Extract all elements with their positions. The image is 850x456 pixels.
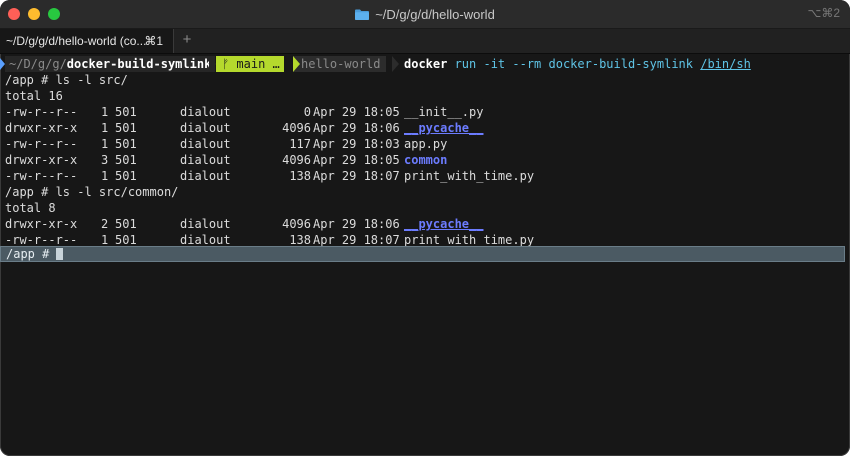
file-date: Apr 29 18:05 [313, 153, 400, 167]
listing-row: drwxr-xr-x 3 501 dialout 4096 Apr 29 18:… [5, 152, 845, 168]
window-shortcut: ⌥⌘2 [807, 6, 840, 20]
file-size: 4096 [282, 217, 311, 231]
file-date: Apr 29 18:05 [313, 105, 400, 119]
file-group: dialout [180, 217, 231, 231]
file-perms: drwxr-xr-x [5, 217, 78, 231]
file-name: __init__.py [404, 105, 484, 119]
current-prompt: /app # [6, 247, 57, 261]
tab-hello-world[interactable]: ~/D/g/g/d/hello-world (co... ⌘1 [0, 29, 174, 53]
command-args: run -it --rm docker-build-symlink [447, 57, 701, 71]
prompt-path-prefix: ~/D/g/g/ [9, 57, 67, 71]
command-text: docker run -it --rm docker-build-symlink… [404, 56, 751, 72]
tab-bar: ~/D/g/g/d/hello-world (co... ⌘1 + [0, 29, 850, 54]
text-cursor [56, 248, 63, 260]
file-size: 4096 [282, 121, 311, 135]
terminal-window: ~/D/g/g/d/hello-world ⌥⌘2 ~/D/g/g/d/hell… [0, 0, 850, 456]
command-path-link[interactable]: /bin/sh [700, 57, 751, 71]
prompt-line: ~/D/g/g/docker-build-symlink ᚠ main … he… [0, 56, 850, 72]
file-size: 4096 [282, 153, 311, 167]
window-title-text: ~/D/g/g/d/hello-world [375, 6, 495, 22]
file-date: Apr 29 18:03 [313, 137, 400, 151]
file-links: 2 [101, 217, 109, 231]
listing-row: -rw-r--r-- 1 501 dialout 138 Apr 29 18:0… [5, 168, 845, 184]
window-title: ~/D/g/g/d/hello-world [0, 0, 850, 28]
file-owner: 501 [115, 121, 137, 135]
file-date: Apr 29 18:06 [313, 217, 400, 231]
file-links: 1 [101, 137, 109, 151]
output-line: total 16 [5, 89, 63, 103]
file-size: 117 [289, 137, 311, 151]
folder-icon [355, 9, 370, 20]
file-group: dialout [180, 137, 231, 151]
command-name: docker [404, 57, 448, 71]
file-perms: drwxr-xr-x [5, 121, 78, 135]
dir-name: __pycache__ [404, 121, 484, 135]
file-perms: -rw-r--r-- [5, 169, 78, 183]
listing-row: -rw-r--r-- 1 501 dialout 117 Apr 29 18:0… [5, 136, 845, 152]
listing-row: drwxr-xr-x 2 501 dialout 4096 Apr 29 18:… [5, 216, 845, 232]
file-perms: drwxr-xr-x [5, 153, 78, 167]
listing-row: -rw-r--r-- 1 501 dialout 0 Apr 29 18:05 … [5, 104, 845, 120]
file-owner: 501 [115, 137, 137, 151]
file-date: Apr 29 18:06 [313, 121, 400, 135]
file-links: 1 [101, 105, 109, 119]
file-name: print_with_time.py [404, 169, 535, 183]
terminal-content[interactable]: ~/D/g/g/docker-build-symlink ᚠ main … he… [0, 54, 850, 456]
file-size: 0 [303, 105, 311, 119]
file-owner: 501 [115, 105, 137, 119]
file-owner: 501 [115, 217, 137, 231]
new-tab-button[interactable]: + [176, 29, 198, 53]
workdir-segment: hello-world [293, 56, 387, 72]
file-links: 1 [101, 169, 109, 183]
file-links: 3 [101, 153, 109, 167]
file-group: dialout [180, 105, 231, 119]
file-owner: 501 [115, 169, 137, 183]
dir-name: common [404, 153, 448, 167]
title-bar: ~/D/g/g/d/hello-world ⌥⌘2 [0, 0, 850, 29]
file-owner: 501 [115, 153, 137, 167]
output-line: total 8 [5, 201, 56, 215]
segment-arrow-icon [293, 56, 300, 72]
output-line: /app # ls -l src/ [5, 73, 128, 87]
file-perms: -rw-r--r-- [5, 105, 78, 119]
current-input-line[interactable]: /app # [0, 246, 845, 262]
file-group: dialout [180, 169, 231, 183]
file-name: app.py [404, 137, 448, 151]
file-links: 1 [101, 121, 109, 135]
tab-label: ~/D/g/g/d/hello-world (co... [6, 34, 147, 48]
file-group: dialout [180, 153, 231, 167]
segment-arrow-icon [209, 56, 216, 72]
file-size: 138 [289, 169, 311, 183]
git-branch-segment: ᚠ main … [216, 56, 284, 72]
file-date: Apr 29 18:07 [313, 169, 400, 183]
file-perms: -rw-r--r-- [5, 137, 78, 151]
output-line: /app # ls -l src/common/ [5, 185, 179, 199]
dir-name: __pycache__ [404, 217, 484, 231]
tab-shortcut: ⌘1 [144, 34, 163, 48]
segment-arrow-icon [392, 56, 399, 72]
prompt-path-bold: docker-build-symlink [66, 57, 212, 71]
file-group: dialout [180, 121, 231, 135]
prompt-path: ~/D/g/g/docker-build-symlink [5, 56, 216, 72]
listing-row: drwxr-xr-x 1 501 dialout 4096 Apr 29 18:… [5, 120, 845, 136]
